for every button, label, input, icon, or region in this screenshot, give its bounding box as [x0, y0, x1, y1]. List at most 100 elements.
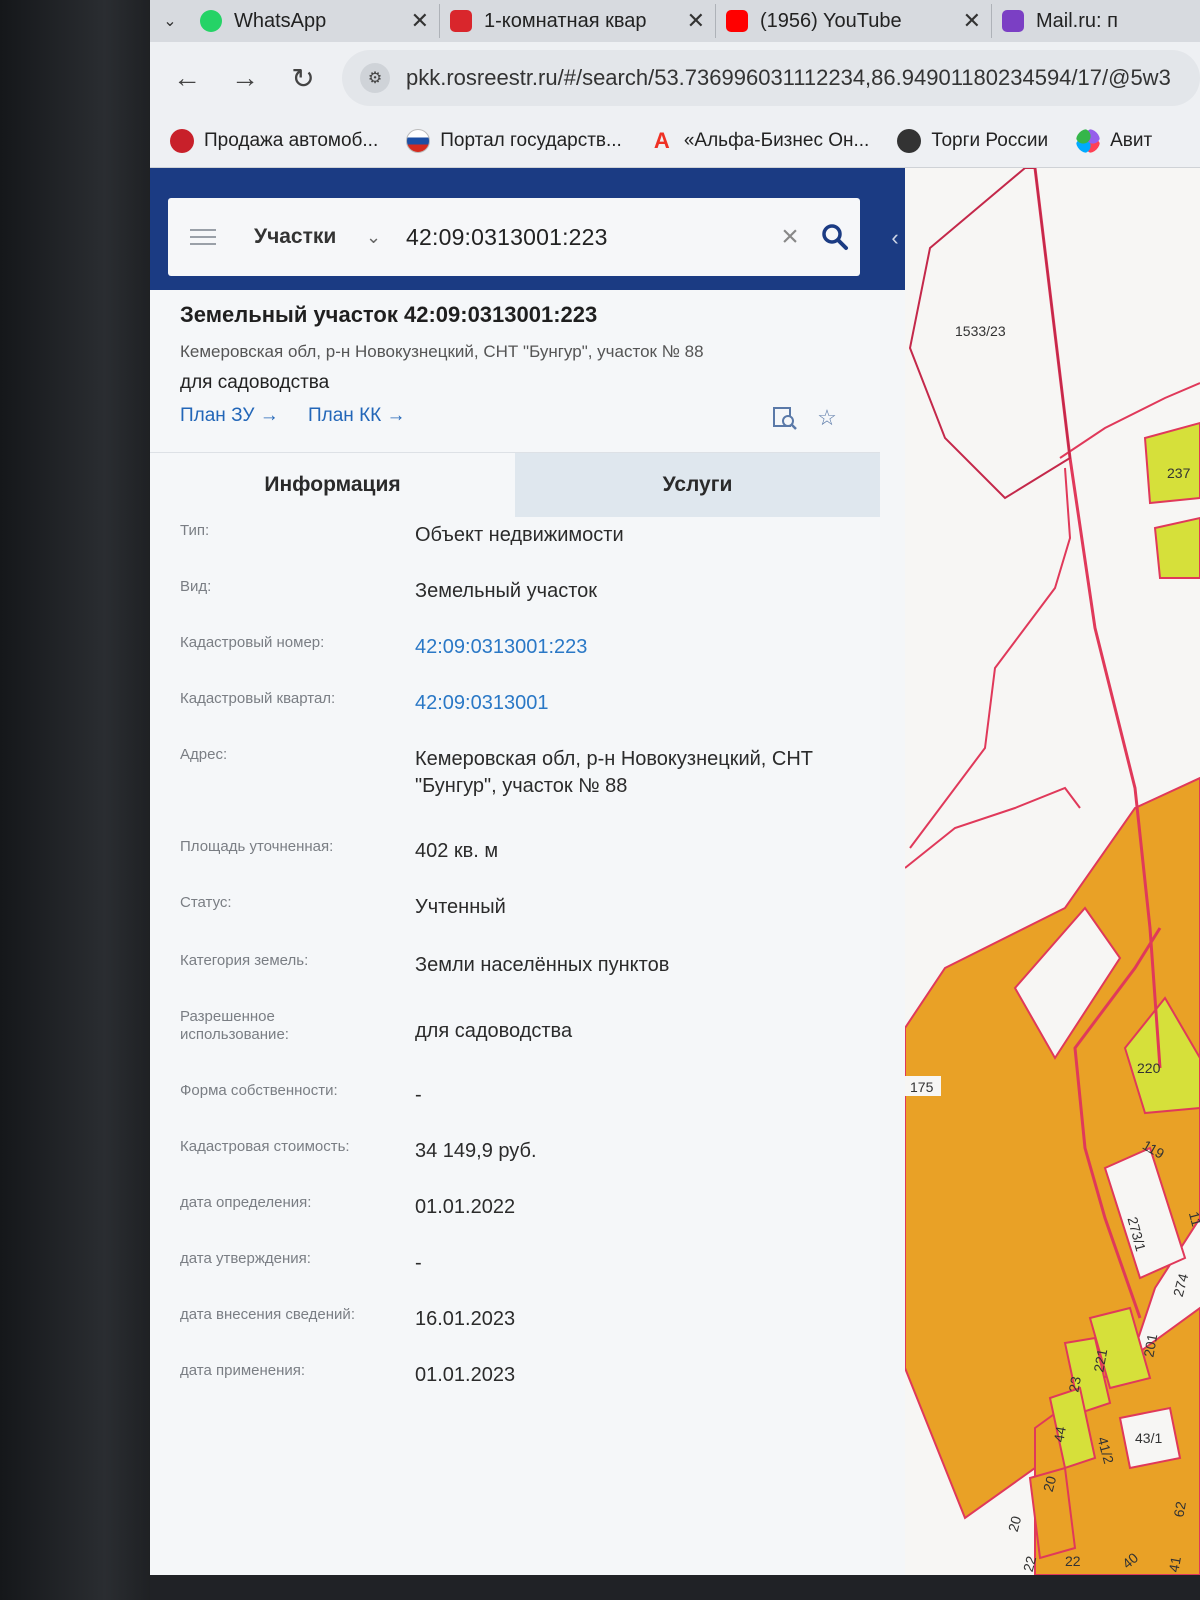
- url-text: pkk.rosreestr.ru/#/search/53.73699603111…: [406, 65, 1171, 90]
- row-value: 34 149,9 руб.: [415, 1140, 537, 1162]
- zoom-to-object-icon[interactable]: [770, 405, 800, 435]
- tab-mailru[interactable]: Mail.ru: п: [992, 4, 1200, 38]
- monitor-bezel-bottom: [150, 1575, 1200, 1600]
- close-icon[interactable]: ✕: [411, 8, 429, 34]
- row-label: Вид:: [180, 578, 212, 595]
- bookmark-label: «Альфа-Бизнес Он...: [683, 129, 870, 151]
- listing-icon: [450, 10, 472, 32]
- row-label: дата применения:: [180, 1362, 306, 1379]
- map-label-23: 23: [1065, 1375, 1083, 1393]
- object-purpose: для садоводства: [180, 372, 330, 393]
- map-label-175: 175: [910, 1079, 934, 1095]
- close-icon[interactable]: ✕: [963, 8, 981, 34]
- cadastral-map[interactable]: 1533/23 237 220 175 119 273/1 274 201 22…: [905, 168, 1200, 1575]
- site-settings-icon[interactable]: ⚙: [360, 63, 390, 93]
- boundary-line-3: [909, 467, 1072, 849]
- bookmark-alfa[interactable]: А «Альфа-Бизнес Он...: [650, 127, 870, 153]
- object-title: Земельный участок 42:09:0313001:223: [180, 302, 598, 327]
- tab-label: (1956) YouTube: [760, 9, 902, 32]
- bookmark-drom[interactable]: Продажа автомоб...: [170, 128, 379, 153]
- torgi-icon: [897, 128, 922, 153]
- menu-icon[interactable]: [190, 229, 234, 245]
- info-panel: Участки ⌄ 42:09:0313001:223 × ‹ Земельны…: [150, 168, 905, 1575]
- bookmark-avito[interactable]: Авит: [1076, 128, 1152, 153]
- bookmark-gosuslugi[interactable]: Портал государств...: [406, 128, 622, 153]
- gosuslugi-icon: [406, 128, 431, 153]
- cadastral-quarter-link[interactable]: 42:09:0313001: [415, 690, 865, 717]
- row-label: дата внесения сведений:: [180, 1306, 355, 1323]
- star-icon[interactable]: ☆: [812, 405, 842, 435]
- row-label: Разрешенное использование:: [180, 1008, 289, 1043]
- map-label-274: 274: [1170, 1272, 1192, 1299]
- bookmark-label: Торги России: [931, 129, 1049, 151]
- address-bar[interactable]: ⚙ pkk.rosreestr.ru/#/search/53.736996031…: [342, 50, 1200, 106]
- search-input[interactable]: 42:09:0313001:223: [406, 224, 770, 251]
- search-category-select[interactable]: Участки: [254, 225, 366, 249]
- map-label-20b: 20: [1005, 1514, 1025, 1533]
- drom-icon: [170, 128, 194, 153]
- back-arrow-icon[interactable]: ←: [158, 62, 216, 94]
- avito-icon: [1076, 128, 1101, 153]
- tab-search-chevron-icon[interactable]: ⌄: [150, 6, 190, 36]
- bookmark-torgi[interactable]: Торги России: [897, 128, 1049, 153]
- tab-label: Mail.ru: п: [1036, 9, 1118, 32]
- close-icon[interactable]: ✕: [687, 8, 705, 34]
- plan-kk-link[interactable]: План КК →: [308, 405, 406, 427]
- bookmark-label: Портал государств...: [440, 129, 622, 151]
- row-label: Форма собственности:: [180, 1082, 338, 1099]
- tab-services[interactable]: Услуги: [515, 453, 880, 517]
- row-label: дата утверждения:: [180, 1250, 311, 1267]
- tab-information[interactable]: Информация: [150, 453, 515, 517]
- row-value: 01.01.2023: [415, 1364, 516, 1386]
- bookmark-label: Продажа автомоб...: [204, 129, 379, 151]
- row-value: для садоводства: [415, 1020, 573, 1042]
- boundary-line-4: [905, 786, 1081, 869]
- cadastral-number-link[interactable]: 42:09:0313001:223: [415, 634, 865, 661]
- bookmarks-bar: Продажа автомоб... Портал государств... …: [150, 114, 1200, 168]
- map-label-1533-23: 1533/23: [955, 323, 1006, 339]
- parcel-237[interactable]: [1143, 421, 1200, 505]
- tab-label: 1-комнатная квар: [484, 9, 647, 32]
- forward-arrow-icon[interactable]: →: [216, 62, 274, 94]
- map-label-41: 41: [1165, 1555, 1183, 1573]
- panel-tabs: Информация Услуги: [150, 452, 880, 517]
- row-value: Земли населённых пунктов: [415, 954, 670, 976]
- row-value: -: [415, 1084, 422, 1106]
- clear-icon[interactable]: ×: [770, 220, 810, 254]
- navigation-bar: ← → ↻ ⚙ pkk.rosreestr.ru/#/search/53.736…: [150, 42, 1200, 114]
- alfa-icon: А: [653, 127, 670, 153]
- map-label-237: 237: [1167, 465, 1191, 481]
- map-label-44: 44: [1050, 1425, 1068, 1443]
- object-card: Земельный участок 42:09:0313001:223 Кеме…: [150, 290, 880, 1575]
- row-label: Кадастровый номер:: [180, 634, 325, 651]
- monitor-bezel-left: [0, 0, 150, 1600]
- row-value: 402 кв. м: [415, 840, 499, 862]
- mailru-icon: [1002, 10, 1024, 32]
- row-value: Учтенный: [415, 896, 506, 918]
- row-value: 01.01.2022: [415, 1196, 516, 1218]
- tab-label: WhatsApp: [234, 9, 327, 32]
- map-label-22b: 22: [1065, 1553, 1081, 1569]
- chevron-down-icon[interactable]: ⌄: [366, 227, 406, 248]
- search-icon[interactable]: [810, 217, 860, 257]
- map-label-62: 62: [1170, 1500, 1188, 1518]
- whatsapp-icon: [200, 10, 222, 32]
- row-value: -: [415, 1252, 422, 1274]
- collapse-panel-icon[interactable]: ‹: [885, 208, 905, 268]
- row-label: Тип:: [180, 522, 210, 539]
- row-value: 16.01.2023: [415, 1308, 516, 1330]
- tab-whatsapp[interactable]: WhatsApp ✕: [190, 4, 440, 38]
- youtube-icon: [726, 10, 748, 32]
- tab-strip: ⌄ WhatsApp ✕ 1-комнатная квар ✕ (1956) Y…: [150, 0, 1200, 42]
- row-label: Кадастровый квартал:: [180, 690, 336, 707]
- parcel-yellow-2[interactable]: [1153, 516, 1200, 579]
- reload-icon[interactable]: ↻: [274, 62, 332, 95]
- object-address: Кемеровская обл, р-н Новокузнецкий, СНТ …: [180, 342, 704, 361]
- plan-zu-link[interactable]: План ЗУ →: [180, 405, 279, 427]
- row-label: Адрес:: [180, 746, 228, 763]
- map-label-43-1: 43/1: [1135, 1430, 1162, 1446]
- tab-youtube[interactable]: (1956) YouTube ✕: [716, 4, 992, 38]
- browser-window: ⌄ WhatsApp ✕ 1-комнатная квар ✕ (1956) Y…: [150, 0, 1200, 1600]
- row-value: Объект недвижимости: [415, 524, 624, 546]
- tab-listing[interactable]: 1-комнатная квар ✕: [440, 4, 716, 38]
